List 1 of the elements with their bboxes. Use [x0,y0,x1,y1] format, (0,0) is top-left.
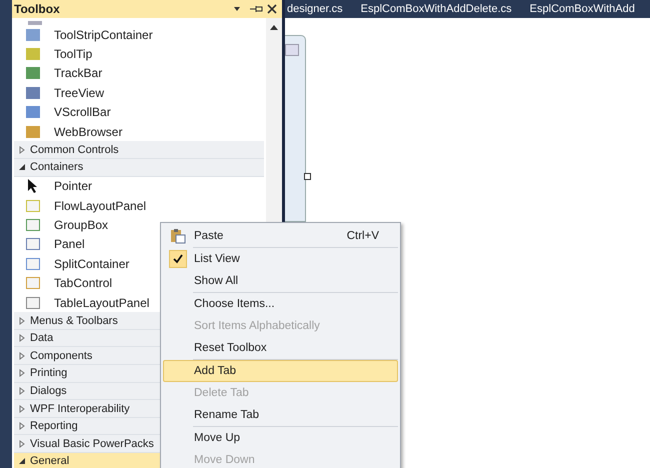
toolbox-title: Toolbox [14,2,60,16]
